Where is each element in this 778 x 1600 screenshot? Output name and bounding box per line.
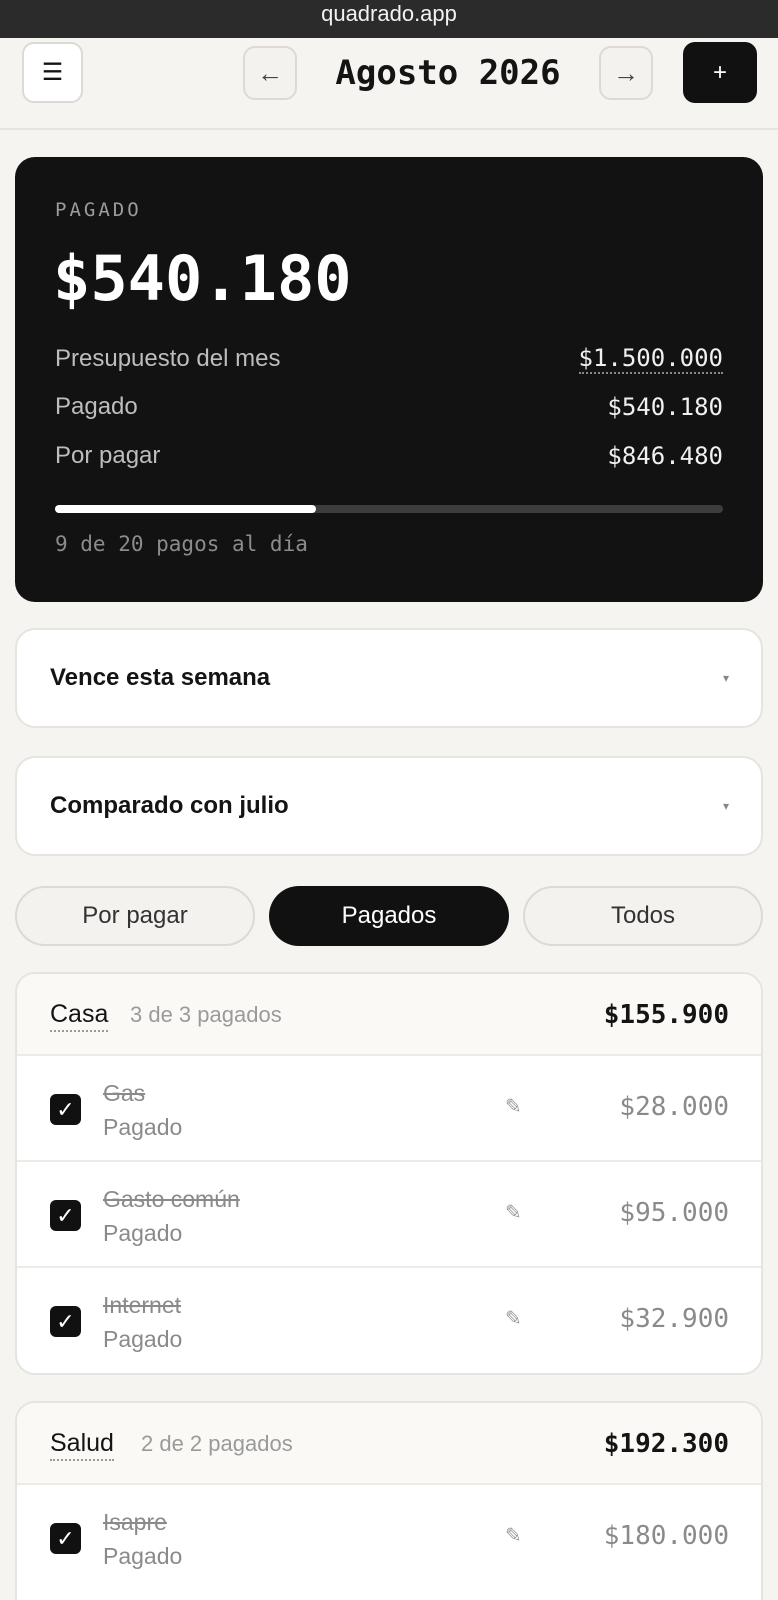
menu-button[interactable]: ☰ xyxy=(22,42,83,103)
arrow-right-icon: → xyxy=(613,57,639,88)
pending-value: $846.480 xyxy=(607,442,723,470)
previous-month-button[interactable]: ← xyxy=(243,46,297,100)
add-payment-button[interactable]: + xyxy=(683,42,757,103)
paid-summary-card: PAGADO $540.180 Presupuesto del mes $1.5… xyxy=(15,157,763,602)
tab-pagados[interactable]: Pagados xyxy=(269,886,509,946)
summary-amount: $540.180 xyxy=(53,242,352,315)
compare-july-section[interactable]: Comparado con julio ▾ xyxy=(15,756,763,856)
due-this-week-title: Vence esta semana xyxy=(50,664,271,691)
checkbox-checked[interactable]: ✓ xyxy=(50,1523,81,1554)
tab-todos[interactable]: Todos xyxy=(523,886,763,946)
pending-label: Por pagar xyxy=(55,442,161,469)
due-this-week-section[interactable]: Vence esta semana ▾ xyxy=(15,628,763,728)
item-status: Pagado xyxy=(103,1114,183,1140)
edit-pencil-icon[interactable]: ✎ xyxy=(505,1306,522,1331)
month-title: Agosto 2026 xyxy=(335,53,561,93)
group-count: 2 de 2 pagados xyxy=(141,1431,293,1456)
pending-row: Por pagar $846.480 xyxy=(55,438,723,474)
next-month-button[interactable]: → xyxy=(599,46,653,100)
item-status: Pagado xyxy=(103,1543,183,1569)
item-name: Internet xyxy=(103,1292,181,1318)
checkbox-checked[interactable]: ✓ xyxy=(50,1306,81,1337)
item-amount: $180.000 xyxy=(603,1521,729,1551)
item-name: Gasto común xyxy=(103,1186,240,1212)
payment-progress-fill xyxy=(55,505,316,513)
list-item: ✓ Gas Pagado ✎ $28.000 xyxy=(17,1056,761,1162)
paid-label: Pagado xyxy=(55,393,138,420)
item-status: Pagado xyxy=(103,1220,183,1246)
checkbox-checked[interactable]: ✓ xyxy=(50,1200,81,1231)
list-item: ✓ Gasto común Pagado ✎ $95.000 xyxy=(17,1162,761,1268)
arrow-left-icon: ← xyxy=(257,57,283,88)
group-name[interactable]: Casa xyxy=(50,998,109,1032)
group-name[interactable]: Salud xyxy=(50,1427,114,1461)
group-count: 3 de 3 pagados xyxy=(130,1002,282,1027)
group-salud: Salud 2 de 2 pagados $192.300 ✓ Isapre P… xyxy=(15,1401,763,1600)
group-total: $192.300 xyxy=(603,1429,729,1459)
list-item: ✓ Isapre Pagado ✎ $180.000 xyxy=(17,1485,761,1591)
edit-pencil-icon[interactable]: ✎ xyxy=(505,1094,522,1119)
paid-value: $540.180 xyxy=(607,393,723,421)
payment-progress-bar xyxy=(55,505,723,513)
chevron-down-icon: ▾ xyxy=(722,671,729,685)
tab-por-pagar[interactable]: Por pagar xyxy=(15,886,255,946)
item-name: Isapre xyxy=(103,1509,167,1535)
paid-row: Pagado $540.180 xyxy=(55,389,723,425)
group-casa: Casa 3 de 3 pagados $155.900 ✓ Gas Pagad… xyxy=(15,972,763,1375)
browser-url-bar[interactable]: quadrado.app xyxy=(0,0,778,38)
group-total: $155.900 xyxy=(603,1000,729,1030)
chevron-down-icon: ▾ xyxy=(722,799,729,813)
edit-pencil-icon[interactable]: ✎ xyxy=(505,1523,522,1548)
group-header: Salud 2 de 2 pagados $192.300 xyxy=(17,1403,761,1485)
budget-value[interactable]: $1.500.000 xyxy=(578,344,723,374)
edit-pencil-icon[interactable]: ✎ xyxy=(505,1200,522,1225)
compare-july-title: Comparado con julio xyxy=(50,792,289,819)
item-status: Pagado xyxy=(103,1326,183,1352)
group-header: Casa 3 de 3 pagados $155.900 xyxy=(17,974,761,1056)
item-amount: $28.000 xyxy=(619,1092,729,1122)
checkbox-checked[interactable]: ✓ xyxy=(50,1094,81,1125)
budget-label: Presupuesto del mes xyxy=(55,345,281,372)
payments-on-time-text: 9 de 20 pagos al día xyxy=(55,532,308,556)
item-amount: $95.000 xyxy=(619,1198,729,1228)
item-amount: $32.900 xyxy=(619,1304,729,1334)
summary-label: PAGADO xyxy=(55,199,142,221)
menu-icon: ☰ xyxy=(41,58,64,86)
top-bar: ☰ ← Agosto 2026 → + xyxy=(0,38,778,130)
item-name: Gas xyxy=(103,1080,146,1106)
budget-row: Presupuesto del mes $1.500.000 xyxy=(55,341,723,377)
list-item: ✓ Internet Pagado ✎ $32.900 xyxy=(17,1268,761,1373)
plus-icon: + xyxy=(712,58,727,86)
